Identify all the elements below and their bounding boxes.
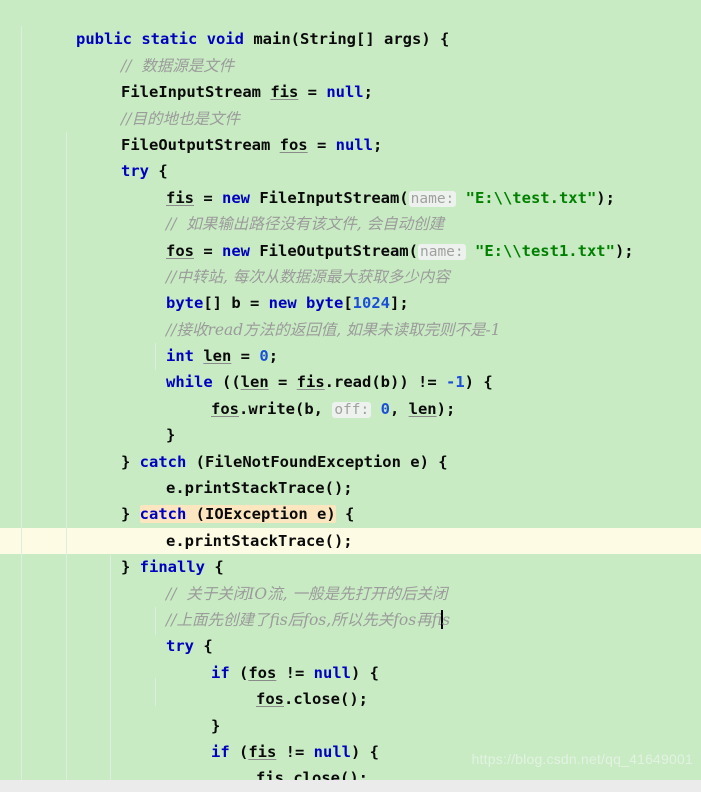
- code-line-17[interactable]: } catch (FileNotFoundException e) {: [0, 422, 701, 471]
- code-line-11[interactable]: byte[] b = new byte[1024];: [0, 264, 701, 312]
- code-line-21[interactable]: } finally {: [0, 528, 701, 576]
- code-line-9[interactable]: fos = new FileOutputStream(name: "E:\\te…: [0, 211, 701, 260]
- code-line-7[interactable]: fis = new FileInputStream(name: "E:\\tes…: [0, 158, 701, 207]
- watermark-text: https://blog.csdn.net/qq_41649001: [471, 750, 693, 767]
- code-line-20[interactable]: e.printStackTrace();: [0, 501, 701, 550]
- code-line-26[interactable]: fos.close();: [0, 660, 701, 708]
- code-line-5[interactable]: FileOutputStream fos = null;: [0, 106, 701, 154]
- code-line-3[interactable]: FileInputStream fis = null;: [0, 53, 701, 101]
- code-line-12[interactable]: //接收read方法的返回值, 如果未读取完则不是-1: [0, 290, 701, 339]
- code-line-14[interactable]: while ((len = fis.read(b)) != -1) {: [0, 343, 701, 391]
- code-line-28[interactable]: if (fis != null) {: [0, 713, 701, 761]
- code-line-22[interactable]: // 关于关闭IO流, 一般是先打开的后关闭: [0, 554, 701, 603]
- code-line-18[interactable]: e.printStackTrace();: [0, 449, 701, 497]
- bottom-strip: [0, 780, 701, 792]
- code-line-19[interactable]: } catch (IOException e) {: [0, 475, 701, 524]
- code-line-1[interactable]: public static void main(String[] args) {: [0, 0, 701, 48]
- code-line-27[interactable]: }: [0, 686, 701, 735]
- code-line-23[interactable]: //上面先创建了fis后fos,所以先关fos再fis: [0, 581, 701, 629]
- code-line-25[interactable]: if (fos != null) {: [0, 633, 701, 682]
- code-line-16[interactable]: }: [0, 396, 701, 444]
- code-line-4[interactable]: //目的地也是文件: [0, 79, 701, 128]
- code-line-6[interactable]: try {: [0, 132, 701, 180]
- code-line-2[interactable]: // 数据源是文件: [0, 26, 701, 75]
- code-line-24[interactable]: try {: [0, 607, 701, 655]
- code-editor-pane[interactable]: public static void main(String[] args) {…: [0, 0, 701, 792]
- code-line-15[interactable]: fos.write(b, off: 0, len);: [0, 369, 701, 418]
- code-line-10[interactable]: //中转站, 每次从数据源最大获取多少内容: [0, 238, 701, 286]
- code-line-8[interactable]: // 如果输出路径没有该文件, 会自动创建: [0, 185, 701, 233]
- code-lines: public static void main(String[] args) {…: [0, 0, 701, 792]
- code-line-13[interactable]: int len = 0;: [0, 317, 701, 365]
